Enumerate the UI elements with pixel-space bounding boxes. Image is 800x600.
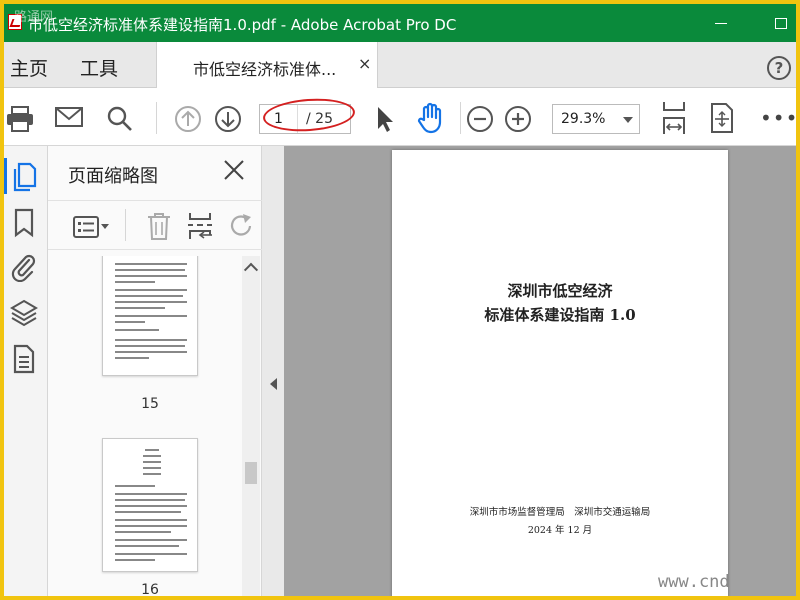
maximize-icon xyxy=(775,18,787,29)
page-thumbnail-16[interactable] xyxy=(102,438,198,572)
trash-icon[interactable] xyxy=(146,211,172,241)
window-title: 市低空经济标准体系建设指南1.0.pdf - Adobe Acrobat Pro… xyxy=(28,16,457,34)
tab-close-button[interactable]: × xyxy=(358,54,371,73)
email-icon[interactable] xyxy=(54,105,84,129)
thumbnails-icon[interactable] xyxy=(10,162,38,192)
layers-icon[interactable] xyxy=(10,298,38,328)
collapse-arrow-icon[interactable] xyxy=(270,378,277,390)
chevron-down-icon xyxy=(623,117,633,123)
zoom-out-icon[interactable] xyxy=(466,105,494,133)
maximize-button[interactable] xyxy=(764,10,796,36)
chevron-up-icon[interactable] xyxy=(243,262,259,277)
site-watermark: www.cnd xyxy=(658,572,730,592)
bookmark-icon[interactable] xyxy=(12,208,36,238)
thumbnails-panel: 页面缩略图 15 16 xyxy=(48,146,262,596)
page-up-icon[interactable] xyxy=(174,105,202,133)
page-number-input[interactable] xyxy=(260,105,298,133)
options-icon[interactable] xyxy=(72,215,112,239)
thumbnail-label: 15 xyxy=(141,396,159,412)
document-viewport[interactable]: 深圳市低空经济 标准体系建设指南 1.0 深圳市市场监督管理局 深圳市交通运输局… xyxy=(262,146,796,596)
toolbar: / 25 29.3% xyxy=(4,88,796,146)
thumbnails-scrollbar[interactable] xyxy=(242,256,260,596)
toolbar-separator xyxy=(460,102,461,134)
document-date: 2024 年 12 月 xyxy=(527,525,593,536)
toolbar-separator xyxy=(125,209,126,241)
menu-tools[interactable]: 工具 xyxy=(80,54,118,81)
page-total: / 25 xyxy=(306,111,333,127)
minimize-button[interactable] xyxy=(704,10,738,36)
page-fit-icon[interactable] xyxy=(708,102,736,134)
document-tab[interactable]: 市低空经济标准体... × xyxy=(156,42,378,89)
panel-toolbar xyxy=(48,200,262,250)
page-content-icon[interactable] xyxy=(12,344,36,374)
thumbnail-label: 16 xyxy=(141,582,159,596)
page-thumbnail-15[interactable] xyxy=(102,256,198,376)
search-icon[interactable] xyxy=(106,105,134,133)
page-navigator: / 25 xyxy=(259,104,351,134)
thumbnails-list: 15 16 xyxy=(48,256,262,596)
app-window: 路通网 市低空经济标准体系建设指南1.0.pdf - Adobe Acrobat… xyxy=(4,4,796,596)
select-cursor-icon[interactable] xyxy=(372,105,396,133)
document-page: 深圳市低空经济 标准体系建设指南 1.0 深圳市市场监督管理局 深圳市交通运输局… xyxy=(392,150,728,596)
minimize-icon xyxy=(715,23,727,24)
scrollbar-thumb[interactable] xyxy=(245,462,257,484)
panel-title: 页面缩略图 xyxy=(68,166,158,187)
rotate-icon[interactable] xyxy=(228,211,256,241)
zoom-value: 29.3% xyxy=(561,111,606,127)
zoom-dropdown[interactable]: 29.3% xyxy=(552,104,640,134)
document-issuers: 深圳市市场监督管理局 深圳市交通运输局 xyxy=(469,507,651,518)
toolbar-separator xyxy=(156,102,157,134)
menu-home[interactable]: 主页 xyxy=(10,54,48,81)
menu-bar: 主页 工具 市低空经济标准体... × ? xyxy=(4,42,796,89)
fit-width-icon[interactable] xyxy=(660,100,688,136)
help-icon[interactable]: ? xyxy=(767,56,791,80)
print-icon[interactable] xyxy=(4,105,36,133)
document-title-line1: 深圳市低空经济 xyxy=(507,282,613,300)
close-icon[interactable] xyxy=(222,158,246,182)
left-navigation-rail xyxy=(4,146,48,596)
zoom-in-icon[interactable] xyxy=(504,105,532,133)
active-indicator xyxy=(4,158,7,194)
title-bar: 路通网 市低空经济标准体系建设指南1.0.pdf - Adobe Acrobat… xyxy=(4,4,796,42)
page-break-icon[interactable] xyxy=(186,211,214,241)
hand-icon[interactable] xyxy=(416,102,446,134)
panel-collapse-bar[interactable] xyxy=(262,146,284,596)
more-icon[interactable]: ••• xyxy=(760,106,796,130)
attachment-icon[interactable] xyxy=(10,252,38,282)
page-down-icon[interactable] xyxy=(214,105,242,133)
document-title-line2: 标准体系建设指南 1.0 xyxy=(484,306,636,324)
document-tab-label: 市低空经济标准体... xyxy=(193,60,337,79)
